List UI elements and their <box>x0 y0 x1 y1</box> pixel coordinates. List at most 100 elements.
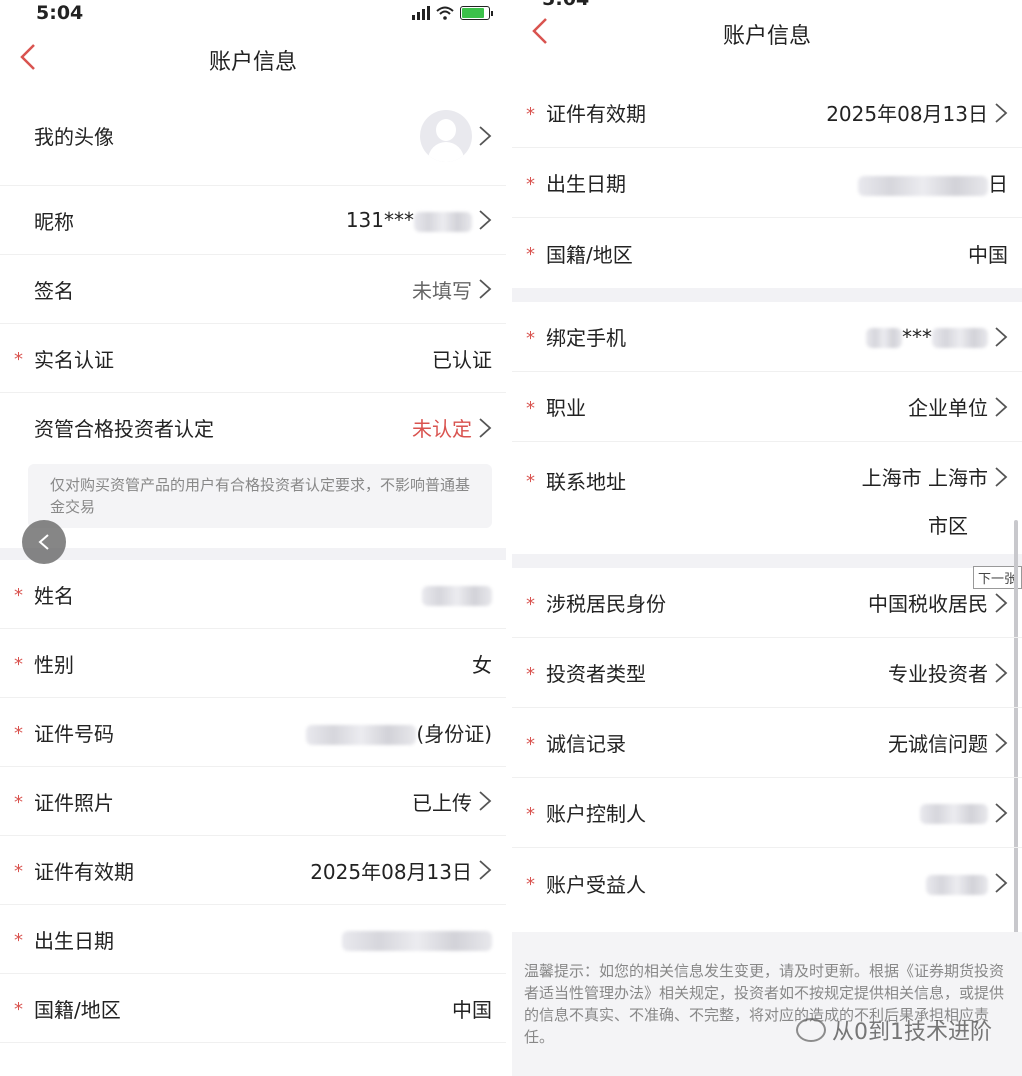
chevron-right-icon <box>995 592 1008 613</box>
tax-row[interactable]: * 涉税居民身份 中国税收居民 <box>512 568 1022 638</box>
footnote: 温馨提示：如您的相关信息发生变更，请及时更新。根据《证券期货投资者适当性管理办法… <box>512 932 1022 1076</box>
investor-row[interactable]: * 投资者类型 专业投资者 <box>512 638 1022 708</box>
watermark: 从0到1技术进阶 <box>796 1014 992 1046</box>
credit-value: 无诚信问题 <box>888 732 988 756</box>
status-bar: 5:04 <box>0 0 506 30</box>
validity-label: 证件有效期 <box>546 102 646 126</box>
required-star: * <box>526 874 535 896</box>
required-star: * <box>526 733 535 755</box>
required-star: * <box>14 349 23 371</box>
floating-back-button[interactable] <box>22 520 66 564</box>
required-star: * <box>14 792 23 814</box>
validity-row[interactable]: * 证件有效期 2025年08月13日 <box>0 836 506 905</box>
required-star: * <box>14 861 23 883</box>
wechat-icon <box>796 1018 826 1042</box>
qualified-row[interactable]: 资管合格投资者认定 未认定 <box>0 393 506 462</box>
required-star: * <box>14 585 23 607</box>
idphoto-label: 证件照片 <box>34 790 114 815</box>
nation-row: * 国籍/地区 中国 <box>0 974 506 1043</box>
required-star: * <box>526 803 535 825</box>
address-line2: 市区 <box>928 514 968 538</box>
phone-value: *** <box>866 325 988 349</box>
chevron-right-icon <box>995 873 1008 893</box>
chevron-right-icon <box>995 662 1008 683</box>
section-separator <box>0 548 506 560</box>
nickname-label: 昵称 <box>34 209 74 234</box>
beneficiary-value-redacted <box>926 871 988 895</box>
signal-icon <box>412 6 430 20</box>
wifi-icon <box>436 6 454 20</box>
avatar-icon[interactable] <box>420 109 472 162</box>
avatar-row[interactable]: 我的头像 <box>0 86 506 186</box>
validity-label: 证件有效期 <box>34 859 134 884</box>
chevron-right-icon <box>995 102 1008 123</box>
page-title: 账户信息 <box>208 50 297 75</box>
required-star: * <box>526 593 535 615</box>
validity-value: 2025年08月13日 <box>310 859 472 884</box>
birth-row: * 出生日期 <box>0 905 506 974</box>
required-star: * <box>14 930 23 952</box>
qualified-value: 未认定 <box>412 417 472 441</box>
screenshot-stage: 5:04 账户信息 我的头像 昵称 131*** 签名 未填写 * 实名认证 已… <box>0 0 1022 1076</box>
signature-label: 签名 <box>34 278 74 303</box>
phone-row[interactable]: * 绑定手机 *** <box>512 302 1022 372</box>
nav-bar: 账户信息 <box>512 6 1022 78</box>
required-star: * <box>14 999 23 1021</box>
idnum-label: 证件号码 <box>34 721 114 746</box>
tax-label: 涉税居民身份 <box>546 592 666 616</box>
job-row[interactable]: * 职业 企业单位 <box>512 372 1022 442</box>
nickname-row[interactable]: 昵称 131*** <box>0 186 506 255</box>
credit-label: 诚信记录 <box>546 732 626 756</box>
chevron-right-icon <box>479 279 492 299</box>
job-value: 企业单位 <box>908 396 988 420</box>
realname-value: 已认证 <box>432 347 492 372</box>
required-star: * <box>526 663 535 685</box>
phone-label: 绑定手机 <box>546 326 626 350</box>
chevron-right-icon <box>995 326 1008 347</box>
beneficiary-label: 账户受益人 <box>546 872 646 897</box>
required-star: * <box>526 173 535 195</box>
chevron-right-icon <box>995 396 1008 417</box>
idphoto-value: 已上传 <box>412 790 472 815</box>
required-star: * <box>526 397 535 419</box>
name-label: 姓名 <box>34 583 74 608</box>
investor-value: 专业投资者 <box>888 662 988 686</box>
required-star: * <box>526 244 535 266</box>
credit-row[interactable]: * 诚信记录 无诚信问题 <box>512 708 1022 778</box>
tax-value: 中国税收居民 <box>868 592 988 616</box>
gender-row: * 性别 女 <box>0 629 506 698</box>
validity-row[interactable]: * 证件有效期 2025年08月13日 <box>512 78 1022 148</box>
avatar-label: 我的头像 <box>34 125 114 149</box>
beneficiary-row[interactable]: * 账户受益人 <box>512 848 1022 918</box>
nation-value: 中国 <box>968 242 1008 267</box>
investor-label: 投资者类型 <box>546 662 646 686</box>
idphoto-row[interactable]: * 证件照片 已上传 <box>0 767 506 836</box>
qualified-note: 仅对购买资管产品的用户有合格投资者认定要求，不影响普通基金交易 <box>28 464 492 528</box>
chevron-right-icon <box>995 467 1008 487</box>
chevron-right-icon <box>479 791 492 811</box>
required-star: * <box>526 103 535 125</box>
page-title: 账户信息 <box>722 24 811 49</box>
chevron-right-icon <box>479 860 492 880</box>
chevron-right-icon <box>995 802 1008 823</box>
birth-row: * 出生日期 日 <box>512 148 1022 218</box>
idnum-row: * 证件号码 (身份证) <box>0 698 506 767</box>
watermark-text: 从0到1技术进阶 <box>832 1020 992 1045</box>
name-row: * 姓名 <box>0 560 506 629</box>
nation-label: 国籍/地区 <box>546 242 633 267</box>
required-star: * <box>14 654 23 676</box>
controller-row[interactable]: * 账户控制人 <box>512 778 1022 848</box>
signature-value: 未填写 <box>412 278 472 303</box>
status-icons <box>412 6 493 20</box>
address-label: 联系地址 <box>546 470 626 494</box>
address-row[interactable]: * 联系地址 上海市 上海市 市区 <box>512 442 1022 554</box>
gender-value: 女 <box>472 652 492 677</box>
chevron-right-icon <box>479 125 492 146</box>
realname-label: 实名认证 <box>34 347 114 372</box>
left-screen: 5:04 账户信息 我的头像 昵称 131*** 签名 未填写 * 实名认证 已… <box>0 0 506 1076</box>
signature-row[interactable]: 签名 未填写 <box>0 255 506 324</box>
qualified-label: 资管合格投资者认定 <box>34 417 214 441</box>
controller-value-redacted <box>920 801 988 825</box>
required-star: * <box>526 471 535 493</box>
address-value: 上海市 上海市 市区 <box>862 454 988 550</box>
